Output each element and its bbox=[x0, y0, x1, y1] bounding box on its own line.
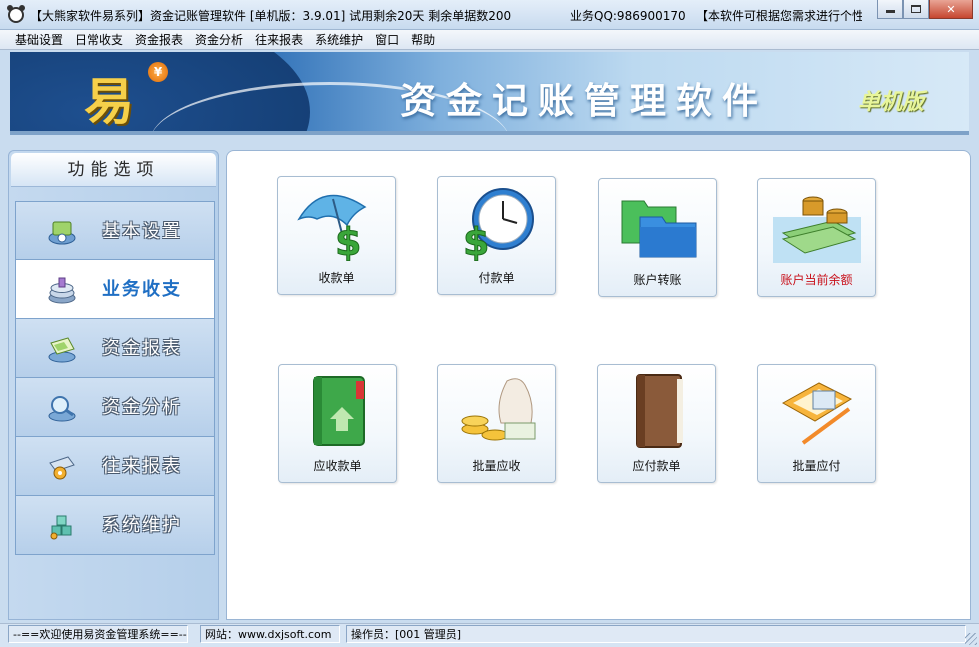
menu-fund-reports[interactable]: 资金报表 bbox=[129, 30, 189, 50]
sidebar-item-business-income-expense[interactable]: 业务收支 bbox=[15, 260, 215, 319]
maximize-icon bbox=[911, 5, 921, 13]
sidebar-item-label: 基本设置 bbox=[102, 221, 182, 242]
sidebar-nav: 基本设置 业务收支 资金报表 资金分析 往来报表 系统维护 bbox=[15, 201, 215, 555]
brown-book-icon bbox=[636, 374, 683, 448]
tile-batch-payable[interactable]: 批量应付 bbox=[757, 364, 876, 483]
green-book-icon bbox=[313, 376, 365, 446]
banner-title: 资金记账管理软件 bbox=[400, 81, 769, 122]
banner-divider bbox=[10, 131, 969, 135]
main-panel: $ 收款单 $ 付款单 账户转账 账户当前余额 应收款单 批量应收 应付款单 批… bbox=[226, 150, 971, 620]
sidebar-item-label: 业务收支 bbox=[102, 279, 182, 300]
banner-edition: 单机版 bbox=[858, 90, 925, 115]
resize-grip-icon[interactable] bbox=[965, 633, 977, 645]
tile-batch-receivable[interactable]: 批量应收 bbox=[437, 364, 556, 483]
title-bar: 【大熊家软件易系列】资金记账管理软件 [单机版：3.9.01] 试用剩余20天 … bbox=[0, 0, 979, 30]
folders-icon bbox=[621, 200, 697, 258]
tile-payment[interactable]: $ 付款单 bbox=[437, 176, 556, 295]
clock-dollar-icon: $ bbox=[463, 188, 534, 261]
menu-fund-analysis[interactable]: 资金分析 bbox=[189, 30, 249, 50]
sidebar-item-label: 资金报表 bbox=[102, 338, 182, 359]
status-website: 网站：www.dxjsoft.com bbox=[200, 625, 340, 643]
menu-help[interactable]: 帮助 bbox=[405, 30, 441, 50]
sidebar-item-system-maintenance[interactable]: 系统维护 bbox=[15, 496, 215, 555]
app-bear-icon[interactable] bbox=[7, 5, 25, 23]
yen-coin-icon: ¥ bbox=[148, 62, 168, 82]
money-stack-icon bbox=[773, 196, 861, 263]
sidebar-item-fund-reports[interactable]: 资金报表 bbox=[15, 319, 215, 378]
tile-receivable[interactable]: 应收款单 bbox=[278, 364, 397, 483]
app-banner: 易 ¥ 资金记账管理软件 单机版 bbox=[10, 52, 969, 131]
svg-text:$: $ bbox=[335, 220, 361, 261]
tile-receipt[interactable]: $ 收款单 bbox=[277, 176, 396, 295]
maximize-button[interactable] bbox=[903, 0, 929, 19]
tile-label: 批量应收 bbox=[472, 459, 521, 473]
sidebar-header: 功能选项 bbox=[11, 153, 216, 187]
menu-daily-income-expense[interactable]: 日常收支 bbox=[69, 30, 129, 50]
function-sidebar: 功能选项 基本设置 业务收支 资金报表 资金分析 往来报表 系统维护 bbox=[8, 150, 219, 620]
sidebar-item-label: 系统维护 bbox=[102, 515, 182, 536]
status-welcome: --==欢迎使用易资金管理系统==-- bbox=[8, 625, 188, 643]
magnifier-icon bbox=[48, 396, 76, 422]
gear-board-icon bbox=[49, 456, 75, 480]
status-bar: --==欢迎使用易资金管理系统==-- 网站：www.dxjsoft.com 操… bbox=[0, 623, 979, 647]
tile-label: 收款单 bbox=[318, 271, 355, 285]
sidebar-item-basic-settings[interactable]: 基本设置 bbox=[15, 201, 215, 260]
minimize-icon bbox=[885, 10, 895, 13]
logo: 易 bbox=[84, 72, 134, 131]
svg-text:$: $ bbox=[463, 220, 489, 261]
tile-account-transfer[interactable]: 账户转账 bbox=[598, 178, 717, 297]
tile-payable[interactable]: 应付款单 bbox=[597, 364, 716, 483]
gear-disc-icon bbox=[48, 221, 76, 245]
business-qq: 业务QQ:986900170 bbox=[570, 9, 686, 23]
tile-label: 批量应付 bbox=[792, 459, 841, 473]
sidebar-item-label: 资金分析 bbox=[102, 397, 182, 418]
menu-system-maintenance[interactable]: 系统维护 bbox=[309, 30, 369, 50]
window-controls: ✕ bbox=[877, 0, 973, 20]
umbrella-dollar-icon: $ bbox=[297, 194, 367, 261]
tile-label: 账户当前余额 bbox=[780, 273, 853, 287]
title-notice: 【本软件可根据您需求进行个性化定制 bbox=[696, 9, 862, 23]
tile-label: 应收款单 bbox=[313, 459, 362, 473]
close-icon: ✕ bbox=[946, 2, 956, 16]
status-operator: 操作员：[001 管理员] bbox=[346, 625, 966, 643]
sidebar-item-account-reports[interactable]: 往来报表 bbox=[15, 437, 215, 496]
blocks-icon bbox=[50, 515, 72, 540]
tile-label: 账户转账 bbox=[633, 273, 682, 287]
close-button[interactable]: ✕ bbox=[929, 0, 973, 19]
tile-label: 付款单 bbox=[478, 271, 515, 285]
sidebar-item-fund-analysis[interactable]: 资金分析 bbox=[15, 378, 215, 437]
tile-account-balance[interactable]: 账户当前余额 bbox=[757, 178, 876, 297]
menu-account-reports[interactable]: 往来报表 bbox=[249, 30, 309, 50]
coins-bag-icon bbox=[461, 378, 536, 441]
sidebar-item-label: 往来报表 bbox=[102, 456, 182, 477]
minimize-button[interactable] bbox=[877, 0, 903, 19]
tile-label: 应付款单 bbox=[632, 459, 681, 473]
pen-document-icon bbox=[781, 382, 853, 445]
report-icon bbox=[48, 337, 76, 363]
menu-window[interactable]: 窗口 bbox=[369, 30, 405, 50]
stack-icon bbox=[48, 277, 76, 304]
menu-basic-settings[interactable]: 基础设置 bbox=[9, 30, 69, 50]
menu-bar: 基础设置 日常收支 资金报表 资金分析 往来报表 系统维护 窗口 帮助 bbox=[0, 30, 979, 50]
window-title: 【大熊家软件易系列】资金记账管理软件 [单机版：3.9.01] 试用剩余20天 … bbox=[30, 9, 512, 23]
